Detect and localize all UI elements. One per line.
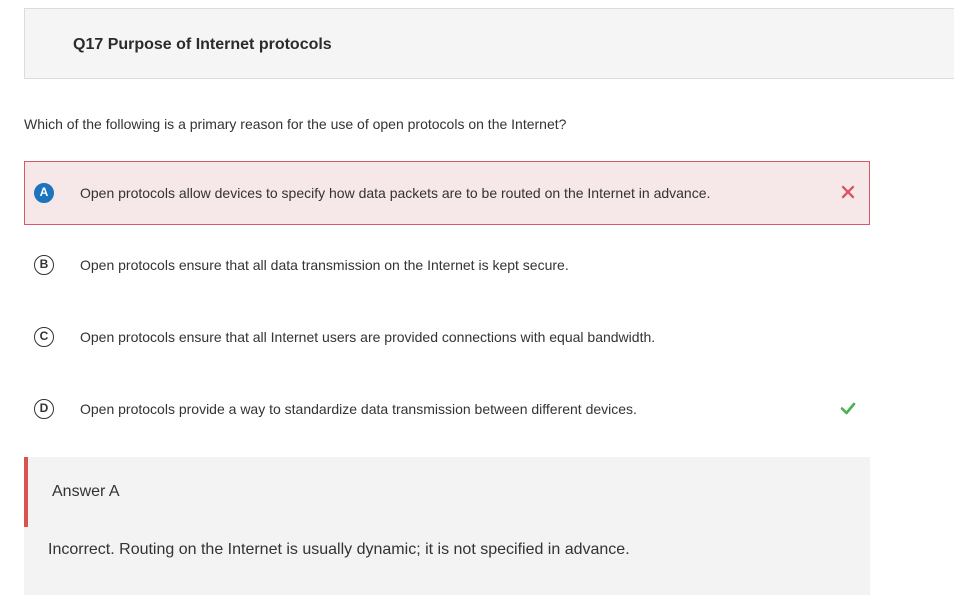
- option-letter-b: B: [34, 255, 54, 275]
- option-text-d: Open protocols provide a way to standard…: [80, 401, 637, 417]
- answer-feedback: Answer A Incorrect. Routing on the Inter…: [24, 457, 870, 595]
- option-text-a: Open protocols allow devices to specify …: [80, 185, 711, 201]
- check-icon: [840, 402, 856, 415]
- option-c[interactable]: C Open protocols ensure that all Interne…: [24, 305, 870, 369]
- feedback-accent-bar: [24, 457, 28, 527]
- option-letter-d: D: [34, 399, 54, 419]
- question-text: Which of the following is a primary reas…: [24, 116, 567, 132]
- answer-label: Answer A: [52, 483, 120, 500]
- option-text-b: Open protocols ensure that all data tran…: [80, 257, 569, 273]
- option-a[interactable]: A Open protocols allow devices to specif…: [24, 161, 870, 225]
- answer-explanation: Incorrect. Routing on the Internet is us…: [48, 541, 630, 558]
- option-b[interactable]: B Open protocols ensure that all data tr…: [24, 233, 870, 297]
- option-letter-a: A: [34, 183, 54, 203]
- x-icon: [841, 185, 855, 199]
- quiz-page: Q17 Purpose of Internet protocols Which …: [0, 0, 954, 595]
- option-letter-c: C: [34, 327, 54, 347]
- option-text-c: Open protocols ensure that all Internet …: [80, 329, 656, 345]
- question-title: Q17 Purpose of Internet protocols: [73, 36, 332, 53]
- question-header: Q17 Purpose of Internet protocols: [24, 8, 954, 79]
- option-d[interactable]: D Open protocols provide a way to standa…: [24, 377, 870, 441]
